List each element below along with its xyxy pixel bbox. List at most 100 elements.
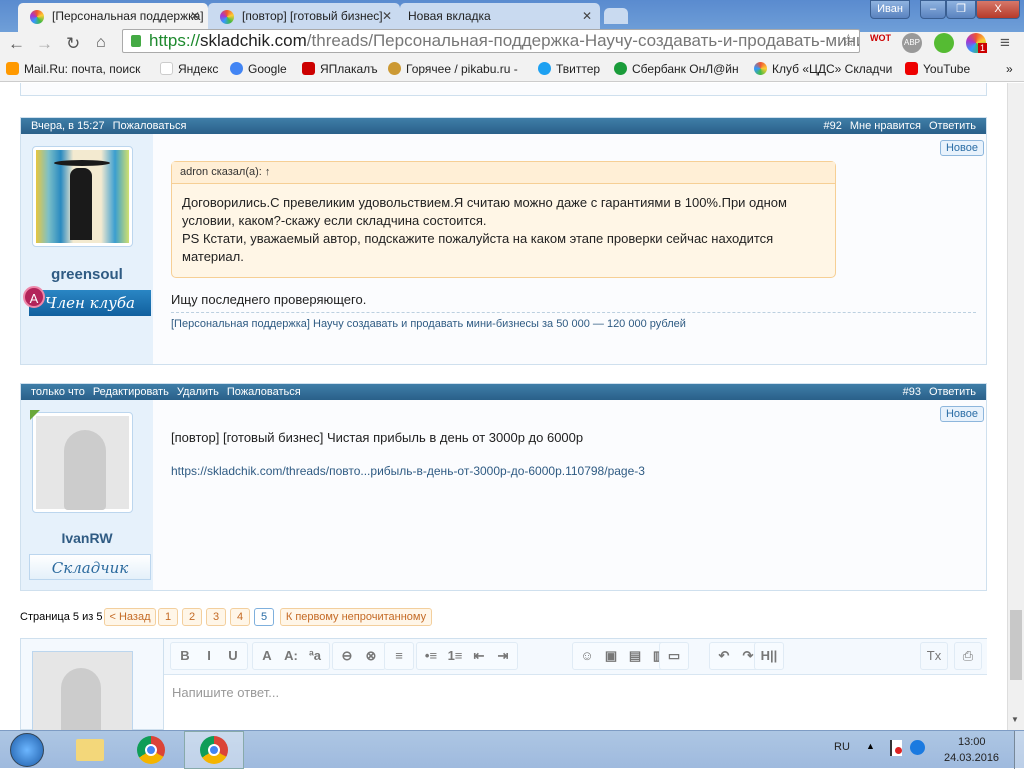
username[interactable]: greensoul	[21, 266, 153, 283]
tab[interactable]: [повтор] [готовый бизнес] ✕	[208, 3, 400, 32]
editor-button-15[interactable]: ▤	[623, 643, 647, 669]
start-button[interactable]	[10, 733, 44, 767]
avatar[interactable]	[32, 412, 133, 513]
bookmark[interactable]: Яндекс	[160, 62, 218, 76]
editor-button-2[interactable]: U	[221, 643, 245, 669]
report-link[interactable]: Пожаловаться	[227, 386, 301, 398]
bookmark[interactable]: ЯПлакалъ	[302, 62, 378, 76]
editor-button-17[interactable]: ▭	[662, 643, 686, 669]
tab[interactable]: Новая вкладка ✕	[400, 3, 600, 32]
show-desktop-button[interactable]	[1014, 731, 1024, 769]
username[interactable]: IvanRW	[21, 530, 153, 546]
post-header: Вчера, в 15:27 Пожаловаться #92 Мне нравит…	[21, 118, 986, 134]
close-tab-icon[interactable]: ✕	[382, 9, 392, 23]
editor-toolbar-group: ▭	[659, 642, 689, 670]
editor-button-0[interactable]: B	[173, 643, 197, 669]
editor-button-14[interactable]: ▣	[599, 643, 623, 669]
bookmark[interactable]: Google	[230, 62, 287, 76]
bookmarks-overflow-icon[interactable]: »	[1006, 62, 1013, 76]
like-link[interactable]: Мне нравится	[850, 120, 921, 132]
reply-link[interactable]: Ответить	[929, 120, 976, 132]
editor-button-11[interactable]: ⇤	[467, 643, 491, 669]
clock-time[interactable]: 13:00	[958, 736, 986, 748]
editor-button-5[interactable]: ªa	[303, 643, 327, 669]
chrome-active-taskbar-button[interactable]	[184, 731, 244, 769]
user-sidebar: IvanRW Складчик	[21, 400, 153, 590]
editor-button-8[interactable]: ≡	[387, 643, 411, 669]
post-number[interactable]: #93	[903, 386, 921, 398]
delete-link[interactable]: Удалить	[177, 386, 219, 398]
explorer-icon[interactable]	[76, 739, 104, 761]
signature-link[interactable]: [Персональная поддержка] Научу создавать…	[171, 318, 686, 330]
editor-button-20[interactable]: H||	[757, 643, 781, 669]
first-unread-button[interactable]: К первому непрочитанному	[280, 608, 432, 626]
editor-button-9[interactable]: •≡	[419, 643, 443, 669]
green-extension-icon[interactable]	[934, 33, 954, 53]
page-1-button[interactable]: 1	[158, 608, 178, 626]
bookmark[interactable]: YouTube	[905, 62, 970, 76]
close-window-button[interactable]: X	[976, 0, 1020, 19]
close-tab-icon[interactable]: ✕	[582, 9, 592, 23]
post-number[interactable]: #92	[824, 120, 842, 132]
reload-icon[interactable]: ↻	[66, 34, 80, 54]
tab-active[interactable]: [Персональная поддержка] ✕	[18, 3, 208, 32]
bookmark-star-icon[interactable]: ☆	[841, 30, 856, 52]
editor-button-1[interactable]: I	[197, 643, 221, 669]
page-3-button[interactable]: 3	[206, 608, 226, 626]
back-icon[interactable]: ←	[8, 34, 25, 54]
minimize-button[interactable]: –	[920, 0, 946, 19]
ie-tray-icon[interactable]	[910, 740, 925, 755]
page-scrollbar[interactable]: ▼	[1007, 83, 1024, 730]
profile-button[interactable]: Иван	[870, 0, 910, 19]
page-5-button-current[interactable]: 5	[254, 608, 274, 626]
tab-title: [повтор] [готовый бизнес]	[242, 9, 383, 23]
restore-button[interactable]: ❐	[946, 0, 976, 19]
post-link[interactable]: https://skladchik.com/threads/повто...ри…	[171, 464, 645, 478]
editor-button-4[interactable]: A:	[279, 643, 303, 669]
bookmark[interactable]: Сбербанк ОнЛ@йн	[614, 62, 739, 76]
scrollbar-thumb[interactable]	[1010, 610, 1022, 680]
editor-button-3[interactable]: A	[255, 643, 279, 669]
menu-icon[interactable]: ≡	[1000, 33, 1010, 53]
editor-button-7[interactable]: ⊗	[359, 643, 383, 669]
avatar[interactable]	[32, 146, 133, 247]
forward-icon[interactable]: →	[36, 34, 53, 54]
wot-extension-icon[interactable]: WOT	[870, 34, 891, 43]
close-tab-icon[interactable]: ✕	[190, 9, 200, 23]
bookmark[interactable]: Твиттер	[538, 62, 600, 76]
prev-page-button[interactable]: < Назад	[104, 608, 156, 626]
action-center-flag-icon[interactable]	[890, 740, 902, 756]
scroll-down-icon[interactable]: ▼	[1011, 715, 1019, 724]
quote-text: Договорились.С превеликим удовольствием.…	[182, 195, 787, 264]
editor-button-21[interactable]: Tx	[920, 642, 948, 670]
user-rank-banner: Член клуба	[29, 290, 151, 316]
editor-button-13[interactable]: ☺	[575, 643, 599, 669]
editor-button-12[interactable]: ⇥	[491, 643, 515, 669]
bookmark[interactable]: Mail.Ru: почта, поиск	[6, 62, 140, 76]
avatar	[32, 651, 133, 742]
edit-link[interactable]: Редактировать	[93, 386, 169, 398]
language-indicator[interactable]: RU	[834, 741, 850, 753]
skladchik-extension-icon[interactable]: 1	[966, 33, 988, 53]
post-time[interactable]: Вчера, в 15:27	[31, 120, 105, 132]
show-hidden-icons[interactable]: ▲	[866, 741, 875, 751]
editor-button-18[interactable]: ↶	[712, 643, 736, 669]
quote-author[interactable]: adron сказал(а): ↑	[172, 162, 835, 184]
address-bar[interactable]: https://skladchik.com/threads/Персональн…	[122, 29, 860, 53]
bookmark[interactable]: Горячее / pikabu.ru -	[388, 62, 518, 76]
home-icon[interactable]: ⌂	[96, 34, 106, 52]
clock-date[interactable]: 24.03.2016	[944, 752, 999, 764]
editor-button-6[interactable]: ⊖	[335, 643, 359, 669]
page-4-button[interactable]: 4	[230, 608, 250, 626]
reply-link[interactable]: Ответить	[929, 386, 976, 398]
adblock-extension-icon[interactable]: ABP	[902, 33, 922, 53]
bookmark[interactable]: Клуб «ЦДС» Складчи	[754, 62, 892, 76]
report-link[interactable]: Пожаловаться	[113, 120, 187, 132]
chrome-icon[interactable]	[137, 736, 165, 764]
reply-input[interactable]: Напишите ответ...	[164, 675, 987, 710]
page-2-button[interactable]: 2	[182, 608, 202, 626]
editor-button-22[interactable]: ⎙	[954, 642, 982, 670]
post-time[interactable]: только что	[31, 386, 85, 398]
new-tab-button[interactable]	[604, 8, 628, 24]
editor-button-10[interactable]: 1≡	[443, 643, 467, 669]
